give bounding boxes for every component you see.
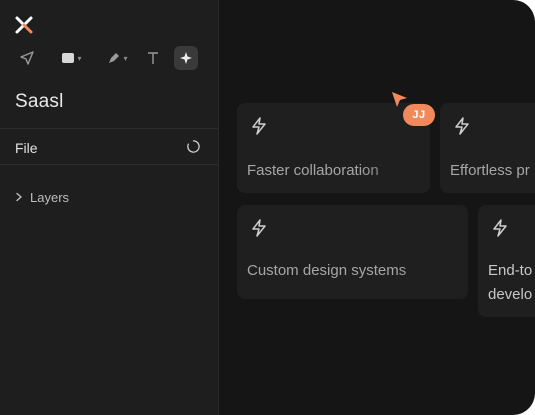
- app-window: ▾ ▾ Saasl File Layers Faster collaborati…: [0, 0, 535, 415]
- ai-tool-button[interactable]: [174, 46, 198, 70]
- lightning-icon: [493, 219, 507, 237]
- send-arrow-icon: [20, 51, 34, 65]
- card-title: Effortless pr: [450, 162, 530, 179]
- frame-tool-button[interactable]: ▾: [58, 45, 84, 71]
- text-fade: [398, 205, 468, 299]
- sparkle-icon: [180, 52, 192, 64]
- feature-card[interactable]: Custom design systems: [237, 205, 468, 299]
- move-tool-button[interactable]: [18, 45, 36, 71]
- file-panel-row[interactable]: File: [0, 129, 218, 164]
- layers-tree-item[interactable]: Layers: [14, 188, 69, 206]
- sidebar: ▾ ▾ Saasl File Layers: [0, 0, 219, 415]
- divider: [0, 164, 218, 165]
- text-tool-button[interactable]: [144, 45, 162, 71]
- lightning-icon: [455, 117, 469, 135]
- canvas[interactable]: Faster collaboration Effortless pr Custo…: [219, 0, 535, 415]
- loading-spinner-icon: [187, 140, 200, 153]
- text-icon: [148, 52, 158, 64]
- layers-label: Layers: [30, 189, 70, 205]
- feature-card[interactable]: Effortless pr: [440, 103, 535, 193]
- feature-card[interactable]: End-to develo: [478, 205, 535, 317]
- card-title: Custom design systems: [247, 262, 407, 279]
- rectangle-icon: [62, 53, 75, 63]
- feature-card[interactable]: Faster collaboration: [237, 103, 430, 193]
- chevron-down-icon: ▾: [77, 53, 82, 63]
- project-name[interactable]: Saasl: [15, 91, 64, 113]
- toolbar: ▾ ▾: [12, 45, 212, 71]
- chevron-down-icon: ▾: [123, 53, 128, 63]
- lightning-icon: [252, 117, 266, 135]
- lightning-icon: [252, 219, 266, 237]
- file-label: File: [15, 140, 38, 156]
- card-title-line2: develo: [488, 286, 533, 303]
- pen-icon: [109, 53, 120, 63]
- pen-tool-button[interactable]: ▾: [104, 45, 130, 71]
- card-title-line1: End-to: [488, 262, 533, 279]
- card-title: Faster collaboration: [247, 162, 379, 179]
- app-logo-icon: [15, 16, 33, 34]
- chevron-right-icon: [16, 192, 22, 202]
- collaborator-badge: JJ: [403, 104, 435, 126]
